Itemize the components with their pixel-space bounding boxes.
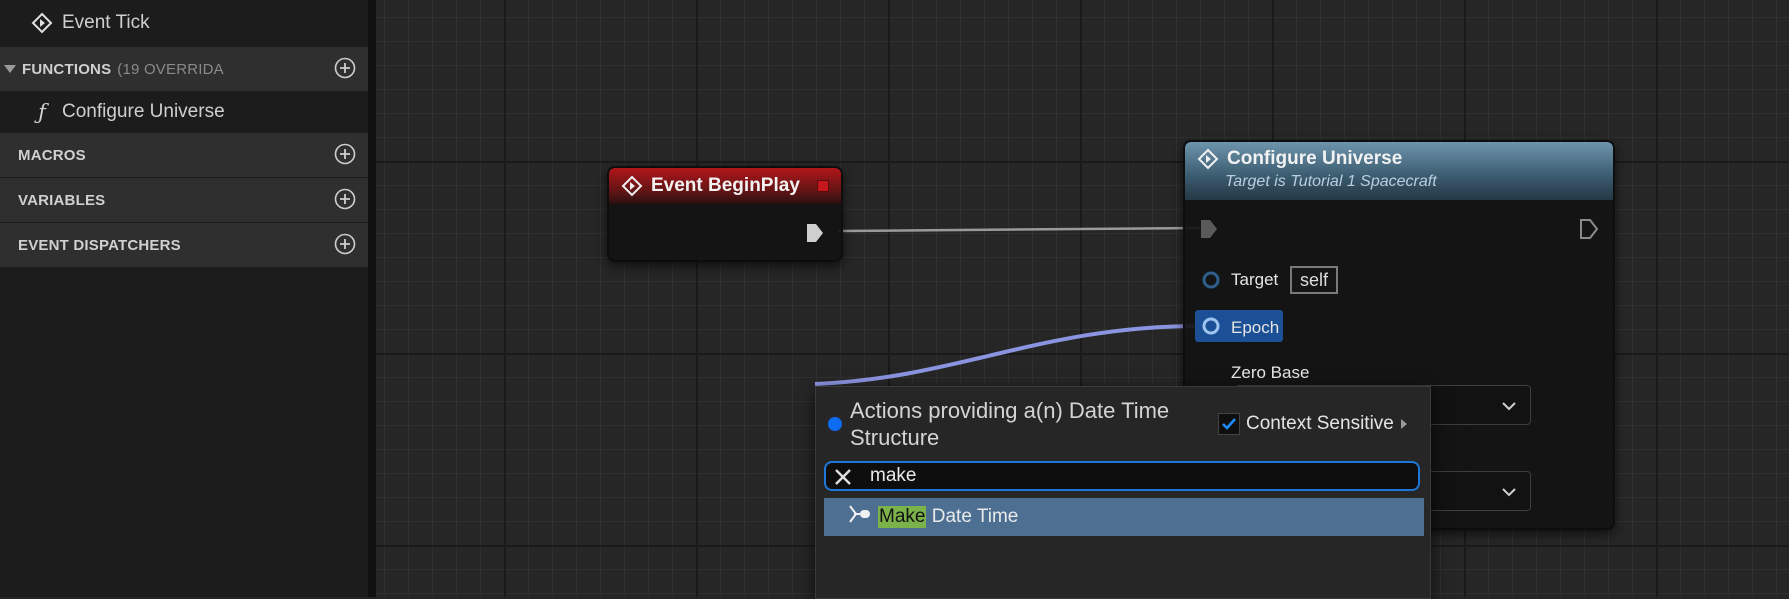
- macros-section-header[interactable]: MACROS: [0, 133, 368, 177]
- dispatchers-header-label: EVENT DISPATCHERS: [18, 236, 181, 254]
- epoch-pin-icon[interactable]: [1201, 316, 1221, 341]
- chevron-down-icon: [1502, 484, 1516, 502]
- add-dispatcher-icon[interactable]: [334, 233, 356, 255]
- functions-section-header[interactable]: FUNCTIONS (19 OVERRIDA: [0, 47, 368, 91]
- event-tick-label: Event Tick: [62, 12, 150, 33]
- function-item-configure-universe[interactable]: ƒ Configure Universe: [0, 92, 368, 132]
- node-title: Event BeginPlay: [651, 175, 800, 196]
- zero-base-label: Zero Base: [1231, 363, 1310, 382]
- collapse-triangle-icon[interactable]: [4, 65, 16, 73]
- add-function-icon[interactable]: [334, 57, 356, 79]
- context-sensitive-label: Context Sensitive: [1246, 413, 1394, 434]
- event-beginplay-node[interactable]: Event BeginPlay: [607, 166, 843, 262]
- function-item-label: Configure Universe: [62, 101, 225, 122]
- graph-item-event-tick[interactable]: Event Tick: [0, 3, 368, 43]
- action-menu-popup[interactable]: Actions providing a(n) Date Time Structu…: [815, 386, 1431, 599]
- action-search-input[interactable]: [870, 465, 1390, 487]
- struct-type-dot-icon: [828, 417, 842, 431]
- macros-header-label: MACROS: [18, 146, 86, 164]
- event-diamond-icon: [30, 12, 54, 34]
- exec-in-pin-icon[interactable]: [1199, 218, 1219, 245]
- event-dispatchers-section-header[interactable]: EVENT DISPATCHERS: [0, 223, 368, 267]
- variables-header-label: VARIABLES: [18, 191, 106, 209]
- function-icon: ƒ: [38, 100, 46, 124]
- action-menu-title: Actions providing a(n) Date Time Structu…: [850, 398, 1170, 450]
- functions-count: (19 OVERRIDA: [117, 60, 224, 78]
- node-header[interactable]: Event BeginPlay: [609, 168, 841, 204]
- exec-out-pin-icon[interactable]: [1579, 218, 1599, 245]
- functions-header-label: FUNCTIONS: [22, 60, 112, 78]
- node-title: Configure Universe: [1227, 148, 1403, 169]
- result-item-make-date-time[interactable]: Make Date Time: [824, 498, 1424, 536]
- expand-arrow-icon[interactable]: [1400, 418, 1408, 430]
- chevron-down-icon: [1502, 398, 1516, 416]
- exec-out-pin-icon[interactable]: [805, 222, 825, 249]
- context-sensitive-checkbox[interactable]: [1218, 413, 1240, 435]
- delegate-pin-icon[interactable]: [817, 180, 829, 192]
- result-label-rest: Date Time: [926, 506, 1019, 527]
- add-variable-icon[interactable]: [334, 188, 356, 210]
- close-icon[interactable]: [832, 466, 854, 488]
- event-diamond-icon: [621, 175, 643, 197]
- context-sensitive-toggle[interactable]: Context Sensitive: [1218, 413, 1408, 435]
- variables-section-header[interactable]: VARIABLES: [0, 178, 368, 222]
- target-value-box[interactable]: self: [1290, 266, 1339, 294]
- function-diamond-icon: [1197, 148, 1219, 170]
- make-node-icon: [848, 504, 872, 530]
- epoch-pin-label: Epoch: [1231, 318, 1280, 337]
- panel-splitter[interactable]: [368, 0, 376, 597]
- result-highlight: Make: [878, 506, 927, 528]
- add-macro-icon[interactable]: [334, 143, 356, 165]
- my-blueprint-panel: Event Tick FUNCTIONS (19 OVERRIDA ƒ Conf…: [0, 0, 368, 597]
- target-pin-icon[interactable]: [1201, 270, 1221, 295]
- target-pin-label: Target: [1231, 270, 1279, 289]
- node-subtitle: Target is Tutorial 1 Spacecraft: [1225, 173, 1437, 190]
- action-search-box[interactable]: [824, 461, 1420, 491]
- node-header[interactable]: Configure Universe Target is Tutorial 1 …: [1185, 142, 1613, 200]
